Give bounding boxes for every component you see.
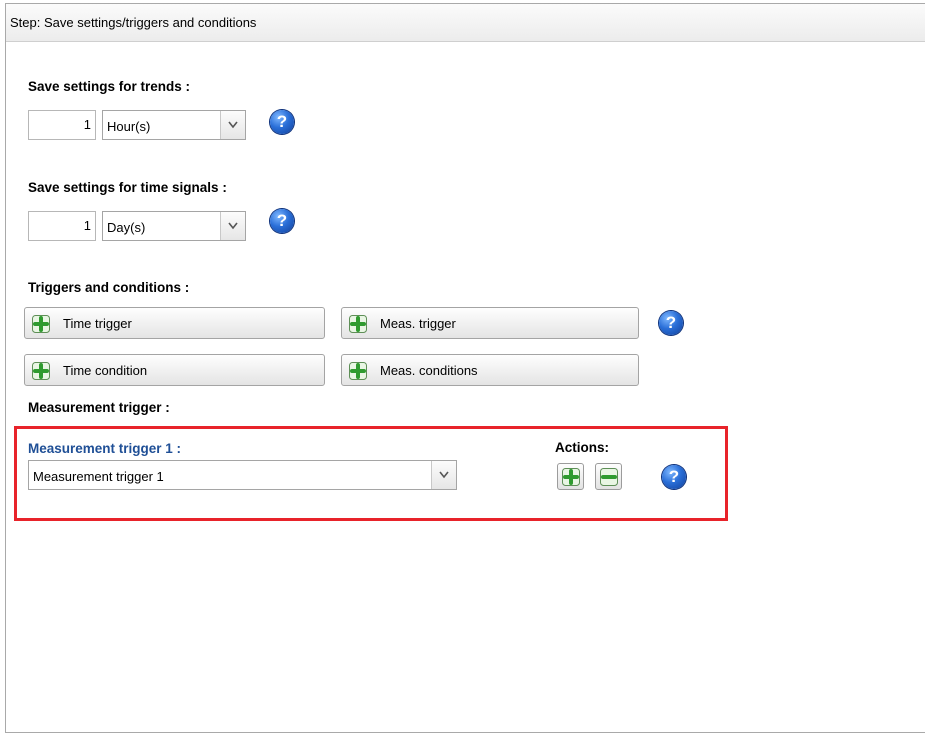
trends-unit-value: Hour(s) [107, 119, 151, 134]
time-signals-unit-select[interactable]: Day(s) [102, 211, 246, 241]
time-trigger-button[interactable]: Time trigger [24, 307, 325, 339]
plus-icon [562, 468, 580, 486]
meas-trigger-button[interactable]: Meas. trigger [341, 307, 639, 339]
time-condition-label: Time condition [63, 363, 148, 378]
meas-conditions-button[interactable]: Meas. conditions [341, 354, 639, 386]
meas-conditions-label: Meas. conditions [380, 363, 478, 378]
triggers-label: Triggers and conditions : [28, 280, 190, 295]
time-signals-label: Save settings for time signals : [28, 180, 227, 195]
plus-icon [349, 362, 367, 383]
minus-icon [600, 468, 618, 486]
time-trigger-label: Time trigger [63, 316, 132, 331]
time-condition-button[interactable]: Time condition [24, 354, 325, 386]
measurement-trigger-label: Measurement trigger : [28, 400, 170, 415]
trends-value-input[interactable]: 1 [28, 110, 96, 140]
plus-icon [32, 362, 50, 383]
chevron-down-icon[interactable] [220, 212, 245, 240]
help-icon[interactable]: ? [659, 311, 683, 335]
plus-icon [32, 315, 50, 336]
measurement-trigger-value: Measurement trigger 1 [33, 469, 164, 484]
add-trigger-button[interactable] [557, 463, 584, 490]
chevron-down-icon[interactable] [220, 111, 245, 139]
measurement-trigger-title: Measurement trigger 1 : [28, 441, 182, 456]
trends-label: Save settings for trends : [28, 79, 191, 94]
measurement-trigger-select[interactable]: Measurement trigger 1 [28, 460, 457, 490]
meas-trigger-label: Meas. trigger [380, 316, 456, 331]
time-signals-unit-value: Day(s) [107, 220, 146, 235]
panel-header: Step: Save settings/triggers and conditi… [6, 4, 925, 42]
trends-unit-select[interactable]: Hour(s) [102, 110, 246, 140]
remove-trigger-button[interactable] [595, 463, 622, 490]
chevron-down-icon[interactable] [431, 461, 456, 489]
time-signals-value-input[interactable]: 1 [28, 211, 96, 241]
panel-title: Step: Save settings/triggers and conditi… [10, 15, 257, 30]
help-icon[interactable]: ? [662, 465, 686, 489]
help-icon[interactable]: ? [270, 209, 294, 233]
actions-label: Actions: [555, 440, 609, 455]
help-icon[interactable]: ? [270, 110, 294, 134]
plus-icon [349, 315, 367, 336]
